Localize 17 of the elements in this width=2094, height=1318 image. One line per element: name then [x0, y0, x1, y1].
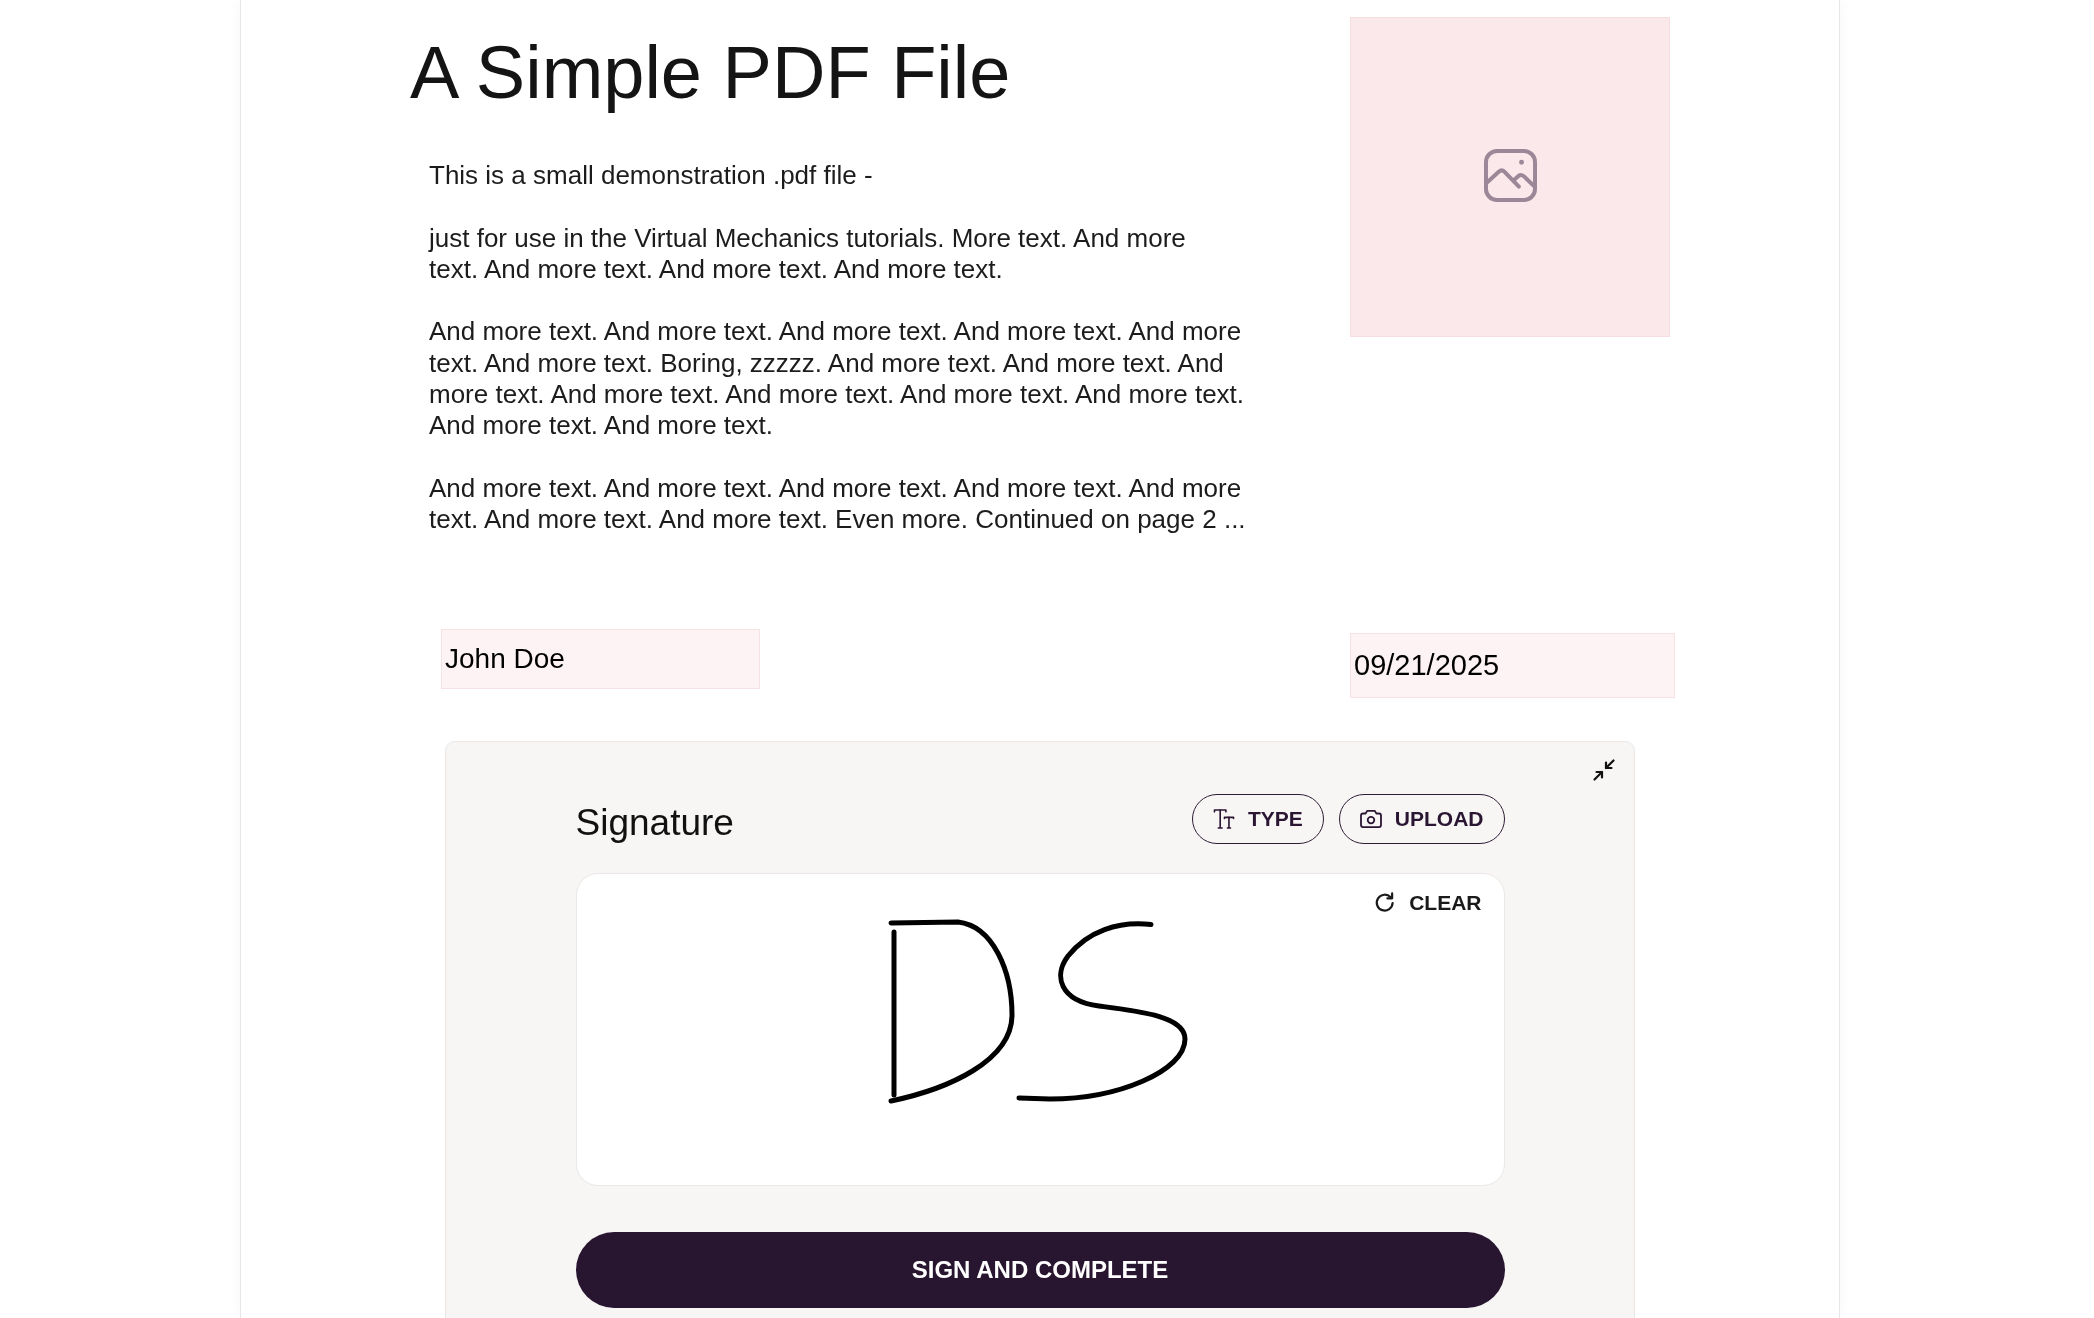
refresh-icon	[1374, 892, 1396, 914]
paragraph: And more text. And more text. And more text. And more text. And more text. And more text. Boring, zzzzz. And more text. And more text. And more text. And more text. And more text. And more text. And more text. And more text. And more text.	[429, 316, 1245, 442]
document-title: A Simple PDF File	[410, 30, 1011, 115]
signature-pad[interactable]: CLEAR	[575, 872, 1505, 1186]
camera-icon	[1359, 808, 1382, 829]
sign-and-complete-button[interactable]: SIGN AND COMPLETE	[575, 1231, 1505, 1308]
image-icon	[1483, 148, 1537, 202]
collapse-arrows-icon[interactable]	[1592, 757, 1616, 782]
paragraph: just for use in the Virtual Mechanics tutorials. More text. And more text. And more text. And more text. And more text.	[429, 222, 1186, 286]
clear-button[interactable]: CLEAR	[1374, 888, 1482, 917]
paragraph: And more text. And more text. And more text. And more text. And more text. And more text. And more text. Even more. Continued on page 2 ...	[429, 472, 1246, 536]
name-field[interactable]: John Doe	[441, 628, 760, 689]
date-field[interactable]: 09/21/2025	[1350, 632, 1675, 698]
text-size-icon	[1212, 808, 1235, 829]
paragraph: This is a small demonstration .pdf file -	[429, 160, 873, 192]
signature-heading: Signature	[575, 800, 734, 844]
image-field[interactable]	[1350, 17, 1670, 337]
